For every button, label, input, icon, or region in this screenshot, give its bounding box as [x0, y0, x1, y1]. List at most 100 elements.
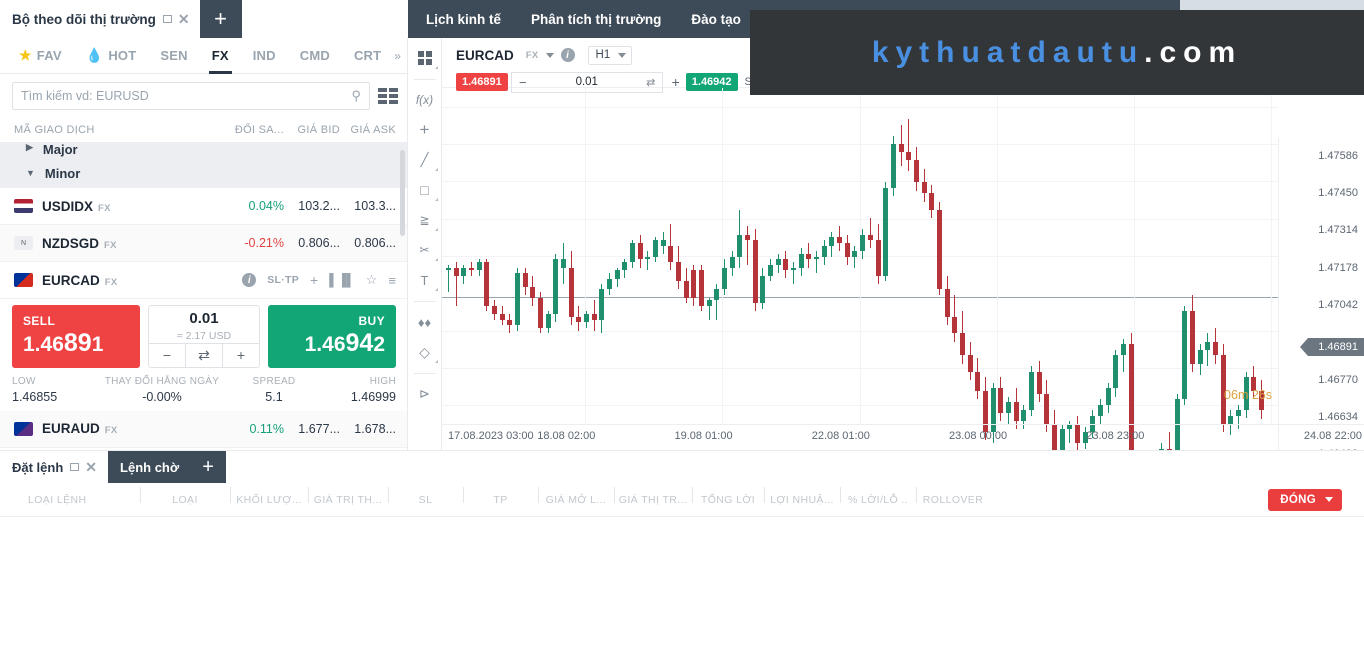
price-tick-label: 1.47586: [1318, 149, 1358, 162]
group-major[interactable]: ▶ Major: [0, 142, 408, 158]
category-ind[interactable]: IND: [242, 38, 287, 74]
close-all-button[interactable]: ĐÓNG: [1268, 488, 1342, 511]
trendline-icon[interactable]: ╱: [410, 146, 440, 174]
chart-toolbar: f(x) + ╱ □ ≧ ✂ T ♦♦ ◇ ⊳: [408, 38, 442, 450]
tab-market-watch[interactable]: Bộ theo dõi thị trường ✕: [0, 0, 200, 38]
watermark-white-text: .com: [1144, 35, 1243, 69]
symbol-ask[interactable]: 103.3...: [340, 199, 396, 213]
column-net-profit[interactable]: LỢI NHUẬ...: [764, 486, 840, 506]
top-strip: [1180, 0, 1364, 10]
candle: [530, 88, 536, 424]
rectangle-icon[interactable]: □: [410, 176, 440, 204]
symbol-bid[interactable]: 103.2...: [284, 199, 340, 213]
close-icon[interactable]: ✕: [85, 460, 97, 474]
time-tick-label: 18.08 02:00: [537, 430, 596, 442]
candle: [499, 88, 505, 424]
candle-settings-icon[interactable]: ♦♦: [410, 308, 440, 336]
sell-price-pre: 1.46: [23, 333, 64, 356]
market-watch-scrollbar[interactable]: [400, 150, 405, 236]
column-volume[interactable]: KHỐI LƯỢ...: [230, 486, 308, 506]
sell-button[interactable]: SELL 1.46891: [12, 305, 140, 368]
chart-area[interactable]: EURCAD FX i H1 1.46891 − 0.01 ⇄ + 1.4694…: [442, 38, 1364, 553]
volume-stepper[interactable]: 0.01 ≈ 2.17 USD − ⇄ +: [148, 305, 260, 368]
qty-value[interactable]: 0.01: [534, 76, 640, 88]
candle-chart-icon[interactable]: ▌▐▌: [329, 273, 355, 287]
nav-economic-calendar[interactable]: Lịch kinh tế: [426, 12, 501, 27]
sltp-button[interactable]: SL·TP: [267, 274, 299, 286]
candle: [1082, 88, 1088, 449]
candle: [453, 88, 459, 424]
crosshair-icon[interactable]: +: [410, 116, 440, 144]
column-tp[interactable]: TP: [463, 486, 538, 506]
tab-place-order[interactable]: Đặt lệnh ✕: [0, 451, 108, 483]
function-icon[interactable]: f(x): [410, 86, 440, 114]
volume-value[interactable]: 0.01: [189, 310, 218, 327]
column-gross-profit[interactable]: TỔNG LỜI: [692, 486, 764, 506]
table-row-selected[interactable]: EURCAD FX i SL·TP + ▌▐▌ ☆ ≡: [0, 262, 408, 299]
category-fav[interactable]: ★ FAV: [8, 38, 73, 74]
volume-increase-button[interactable]: +: [222, 343, 259, 367]
column-rollover[interactable]: ROLLOVER: [916, 486, 990, 506]
view-mode-icon[interactable]: [378, 88, 398, 104]
chart-symbol[interactable]: EURCAD: [456, 48, 514, 63]
symbol-ask[interactable]: 1.678...: [340, 422, 396, 436]
layout-grid-icon[interactable]: [410, 44, 440, 72]
category-cmd[interactable]: CMD: [289, 38, 341, 74]
symbol-ask[interactable]: 0.806...: [340, 236, 396, 250]
tab-pending-orders[interactable]: Lệnh chờ: [108, 451, 191, 483]
category-crt[interactable]: CRT: [343, 38, 392, 74]
nav-market-analysis[interactable]: Phân tích thị trường: [531, 12, 661, 27]
category-fx[interactable]: FX: [201, 38, 240, 74]
info-icon[interactable]: i: [242, 273, 257, 287]
candlestick-plot[interactable]: 06m 26s 1.47586 1.47450 1.47314 1.47178 1.47…: [442, 88, 1364, 553]
favorite-star-icon[interactable]: ☆: [366, 272, 378, 288]
add-orders-tab-button[interactable]: +: [190, 451, 227, 483]
candle: [844, 88, 850, 424]
share-icon[interactable]: ⊳: [410, 380, 440, 408]
maximize-icon[interactable]: [70, 463, 80, 471]
column-order-type[interactable]: LOẠI LỆNH: [28, 494, 140, 506]
flag-icon: [14, 273, 33, 287]
add-order-icon[interactable]: +: [310, 272, 318, 288]
nav-education[interactable]: Đào tạo: [691, 12, 741, 27]
column-type[interactable]: LOẠI: [140, 486, 230, 506]
group-minor[interactable]: ▼ Minor: [0, 158, 408, 188]
add-tab-button[interactable]: +: [199, 0, 242, 38]
text-icon[interactable]: T: [410, 266, 440, 294]
table-row[interactable]: EURAUD FX 0.11% 1.677... 1.678...: [0, 410, 408, 448]
category-hot[interactable]: 💧 HOT: [75, 38, 148, 74]
candle: [1166, 88, 1172, 488]
table-row[interactable]: USDIDX FX 0.04% 103.2... 103.3...: [0, 188, 408, 225]
column-profit-percent[interactable]: % LỜI/LỖ ..: [840, 486, 916, 506]
search-box[interactable]: ⚲: [12, 82, 370, 110]
time-axis[interactable]: 17.08.2023 03:00 18.08 02:00 19.08 01:00 22…: [442, 424, 1364, 450]
symbol-list[interactable]: ▶ Major ▼ Minor USDIDX FX 0.04% 103.2...…: [0, 142, 408, 460]
search-input[interactable]: [21, 89, 352, 103]
column-trade-value[interactable]: GIÁ TRỊ TH...: [308, 486, 388, 506]
symbol-bid[interactable]: 0.806...: [284, 236, 340, 250]
table-row[interactable]: N NZDSGD FX -0.21% 0.806... 0.806...: [0, 225, 408, 262]
symbol-bid[interactable]: 1.677...: [284, 422, 340, 436]
column-symbol: MÃ GIAO DỊCH: [14, 124, 95, 136]
category-sen[interactable]: SEN: [149, 38, 198, 74]
timeframe-selector[interactable]: H1: [587, 45, 633, 65]
candle: [982, 88, 988, 441]
candle: [706, 88, 712, 424]
maximize-icon[interactable]: [162, 15, 172, 23]
close-icon[interactable]: ✕: [178, 12, 190, 26]
fibonacci-icon[interactable]: ≧: [410, 206, 440, 234]
chart-info-icon[interactable]: i: [560, 48, 575, 62]
search-icon[interactable]: ⚲: [351, 88, 361, 104]
add-to-list-icon[interactable]: ≡: [388, 273, 396, 288]
volume-swap-button[interactable]: ⇄: [185, 343, 222, 367]
eraser-icon[interactable]: ✂: [410, 236, 440, 264]
buy-button[interactable]: BUY 1.46942: [268, 305, 396, 368]
price-axis[interactable]: 1.47586 1.47450 1.47314 1.47178 1.47042 1.467…: [1278, 138, 1364, 460]
layers-icon[interactable]: ◇: [410, 338, 440, 366]
volume-decrease-button[interactable]: −: [149, 344, 185, 367]
column-open-price[interactable]: GIÁ MỞ L...: [538, 486, 614, 506]
column-sl[interactable]: SL: [388, 486, 463, 506]
qty-swap-icon[interactable]: ⇄: [640, 76, 662, 89]
column-market-price[interactable]: GIÁ THỊ TR...: [614, 486, 692, 506]
symbol-dropdown-icon[interactable]: [545, 52, 554, 58]
